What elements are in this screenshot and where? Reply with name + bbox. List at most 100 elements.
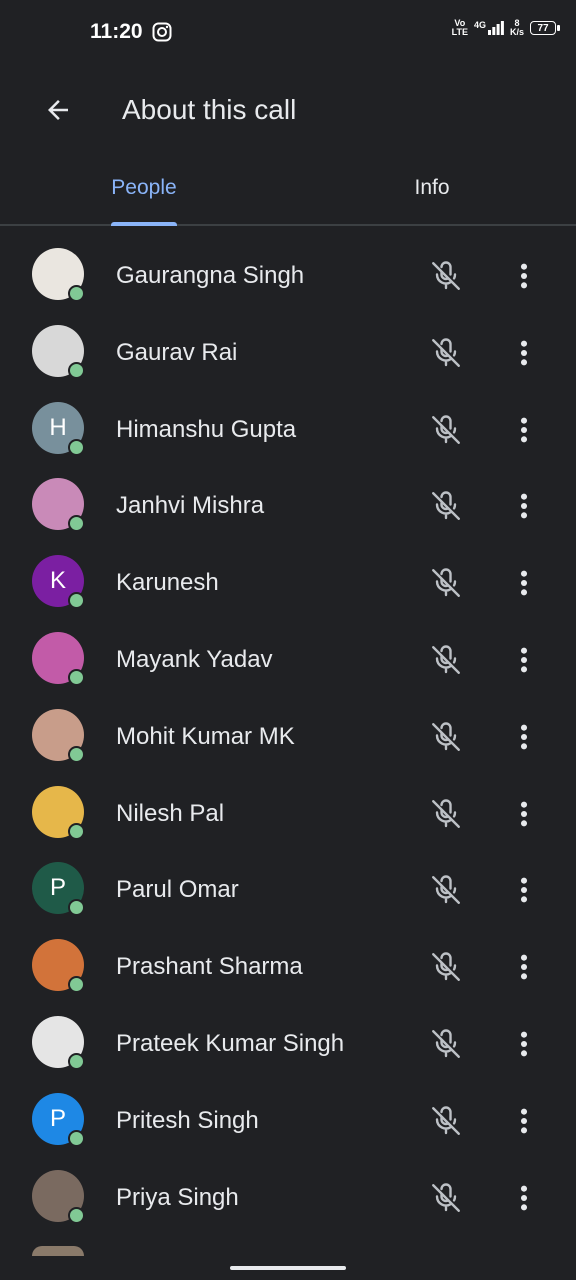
mic-off-icon <box>432 261 460 290</box>
mic-off-icon <box>432 722 460 751</box>
app-bar: About this call <box>0 64 576 154</box>
more-vert-icon <box>520 1185 528 1210</box>
page-title: About this call <box>122 94 297 125</box>
mic-off-icon <box>432 568 460 598</box>
more-options-button[interactable] <box>508 488 540 524</box>
mic-toggle-button[interactable] <box>428 1026 464 1062</box>
more-vert-icon <box>520 647 528 673</box>
more-options-button[interactable] <box>508 1026 540 1062</box>
mic-toggle-button[interactable] <box>428 719 464 755</box>
more-options-button[interactable] <box>508 258 540 294</box>
more-vert-icon <box>520 570 528 596</box>
more-options-button[interactable] <box>508 412 540 448</box>
participant-name: Nilesh Pal <box>116 799 225 827</box>
participant-name: Priya Singh <box>116 1183 239 1211</box>
mic-toggle-button[interactable] <box>428 565 464 601</box>
more-vert-icon <box>520 954 528 980</box>
more-options-button[interactable] <box>508 719 540 755</box>
more-vert-icon <box>520 417 528 442</box>
participant-name: Parul Omar <box>116 876 239 904</box>
back-button[interactable] <box>38 92 78 128</box>
participant-row[interactable]: Gaurangna Singh <box>0 236 576 313</box>
more-vert-icon <box>520 263 528 289</box>
participant-name: Gaurav Rai <box>116 338 238 366</box>
mic-toggle-button[interactable] <box>428 642 464 678</box>
mic-toggle-button[interactable] <box>428 335 464 371</box>
signal-icon <box>487 21 504 35</box>
online-status-dot <box>68 822 85 840</box>
participant-row[interactable]: Mohit Kumar MK <box>0 697 576 774</box>
data-speed: 8 K/s <box>509 18 524 37</box>
participant-row[interactable]: Priya Singh <box>0 1158 576 1235</box>
more-vert-icon <box>520 724 528 750</box>
status-bar: 11:20 Vo LTE 4G 8 K/s 77 <box>0 0 576 64</box>
more-options-button[interactable] <box>508 949 540 985</box>
participant-name: Janhvi Mishra <box>116 492 265 520</box>
participant-name: Mohit Kumar MK <box>116 722 295 750</box>
tab-info[interactable]: Info <box>288 154 576 222</box>
participant-row[interactable]: P Parul Omar <box>0 850 576 927</box>
mic-toggle-button[interactable] <box>428 488 464 524</box>
mic-toggle-button[interactable] <box>428 949 464 985</box>
status-indicators: Vo LTE 4G 8 K/s 77 <box>451 18 560 37</box>
mic-off-icon <box>432 1029 460 1058</box>
more-vert-icon <box>520 494 528 519</box>
mic-off-icon <box>432 1106 460 1135</box>
mic-off-icon <box>432 414 460 444</box>
online-status-dot <box>68 668 85 686</box>
more-options-button[interactable] <box>508 872 540 908</box>
mic-off-icon <box>432 645 460 674</box>
participant-name: Prashant Sharma <box>116 953 303 981</box>
mic-off-icon <box>432 491 460 521</box>
online-status-dot <box>68 976 85 994</box>
more-vert-icon <box>520 1031 528 1057</box>
network-gen-label: 4G <box>473 20 486 30</box>
mic-toggle-button[interactable] <box>428 1180 464 1216</box>
participant-row[interactable]: K Karunesh <box>0 543 576 620</box>
online-status-dot <box>68 592 85 610</box>
online-status-dot <box>68 1206 85 1224</box>
tab-people[interactable]: People <box>0 154 288 222</box>
mic-off-icon <box>432 875 460 905</box>
mic-toggle-button[interactable] <box>428 258 464 294</box>
participant-row[interactable]: Prashant Sharma <box>0 927 576 1004</box>
more-options-button[interactable] <box>508 565 540 601</box>
participant-name: Karunesh <box>116 569 219 597</box>
online-status-dot <box>68 285 85 302</box>
participant-name: Mayank Yadav <box>116 645 273 673</box>
tab-indicator <box>111 222 177 226</box>
participant-row[interactable]: Prateek Kumar Singh <box>0 1004 576 1081</box>
instagram-icon <box>152 22 172 42</box>
mic-toggle-button[interactable] <box>428 796 464 832</box>
more-options-button[interactable] <box>508 1103 540 1139</box>
participant-row[interactable]: Gaurav Rai <box>0 313 576 390</box>
participant-list: Gaurangna Singh Gaurav Rai H Himanshu Gupta… <box>0 236 576 1234</box>
avatar <box>32 1246 84 1256</box>
more-options-button[interactable] <box>508 796 540 832</box>
participant-row[interactable]: H Himanshu Gupta <box>0 390 576 467</box>
mic-off-icon <box>432 1182 460 1212</box>
online-status-dot <box>68 438 85 456</box>
more-vert-icon <box>520 878 528 903</box>
online-status-dot <box>68 899 85 917</box>
participant-row[interactable]: Nilesh Pal <box>0 774 576 851</box>
more-vert-icon <box>520 340 528 366</box>
participant-row[interactable]: P Pritesh Singh <box>0 1081 576 1158</box>
participant-row[interactable]: Mayank Yadav <box>0 620 576 697</box>
home-indicator[interactable] <box>230 1266 346 1270</box>
more-options-button[interactable] <box>508 1180 540 1216</box>
online-status-dot <box>68 1052 85 1070</box>
participant-row[interactable]: Janhvi Mishra <box>0 466 576 543</box>
online-status-dot <box>68 361 85 379</box>
mic-toggle-button[interactable] <box>428 872 464 908</box>
more-options-button[interactable] <box>508 642 540 678</box>
mic-toggle-button[interactable] <box>428 412 464 448</box>
more-options-button[interactable] <box>508 335 540 371</box>
more-vert-icon <box>520 801 528 826</box>
back-arrow-icon <box>48 100 68 120</box>
status-time: 11:20 <box>90 20 143 43</box>
volte-indicator: Vo LTE <box>451 18 468 37</box>
online-status-dot <box>68 1129 85 1147</box>
mic-toggle-button[interactable] <box>428 1103 464 1139</box>
mic-off-icon <box>432 798 460 828</box>
